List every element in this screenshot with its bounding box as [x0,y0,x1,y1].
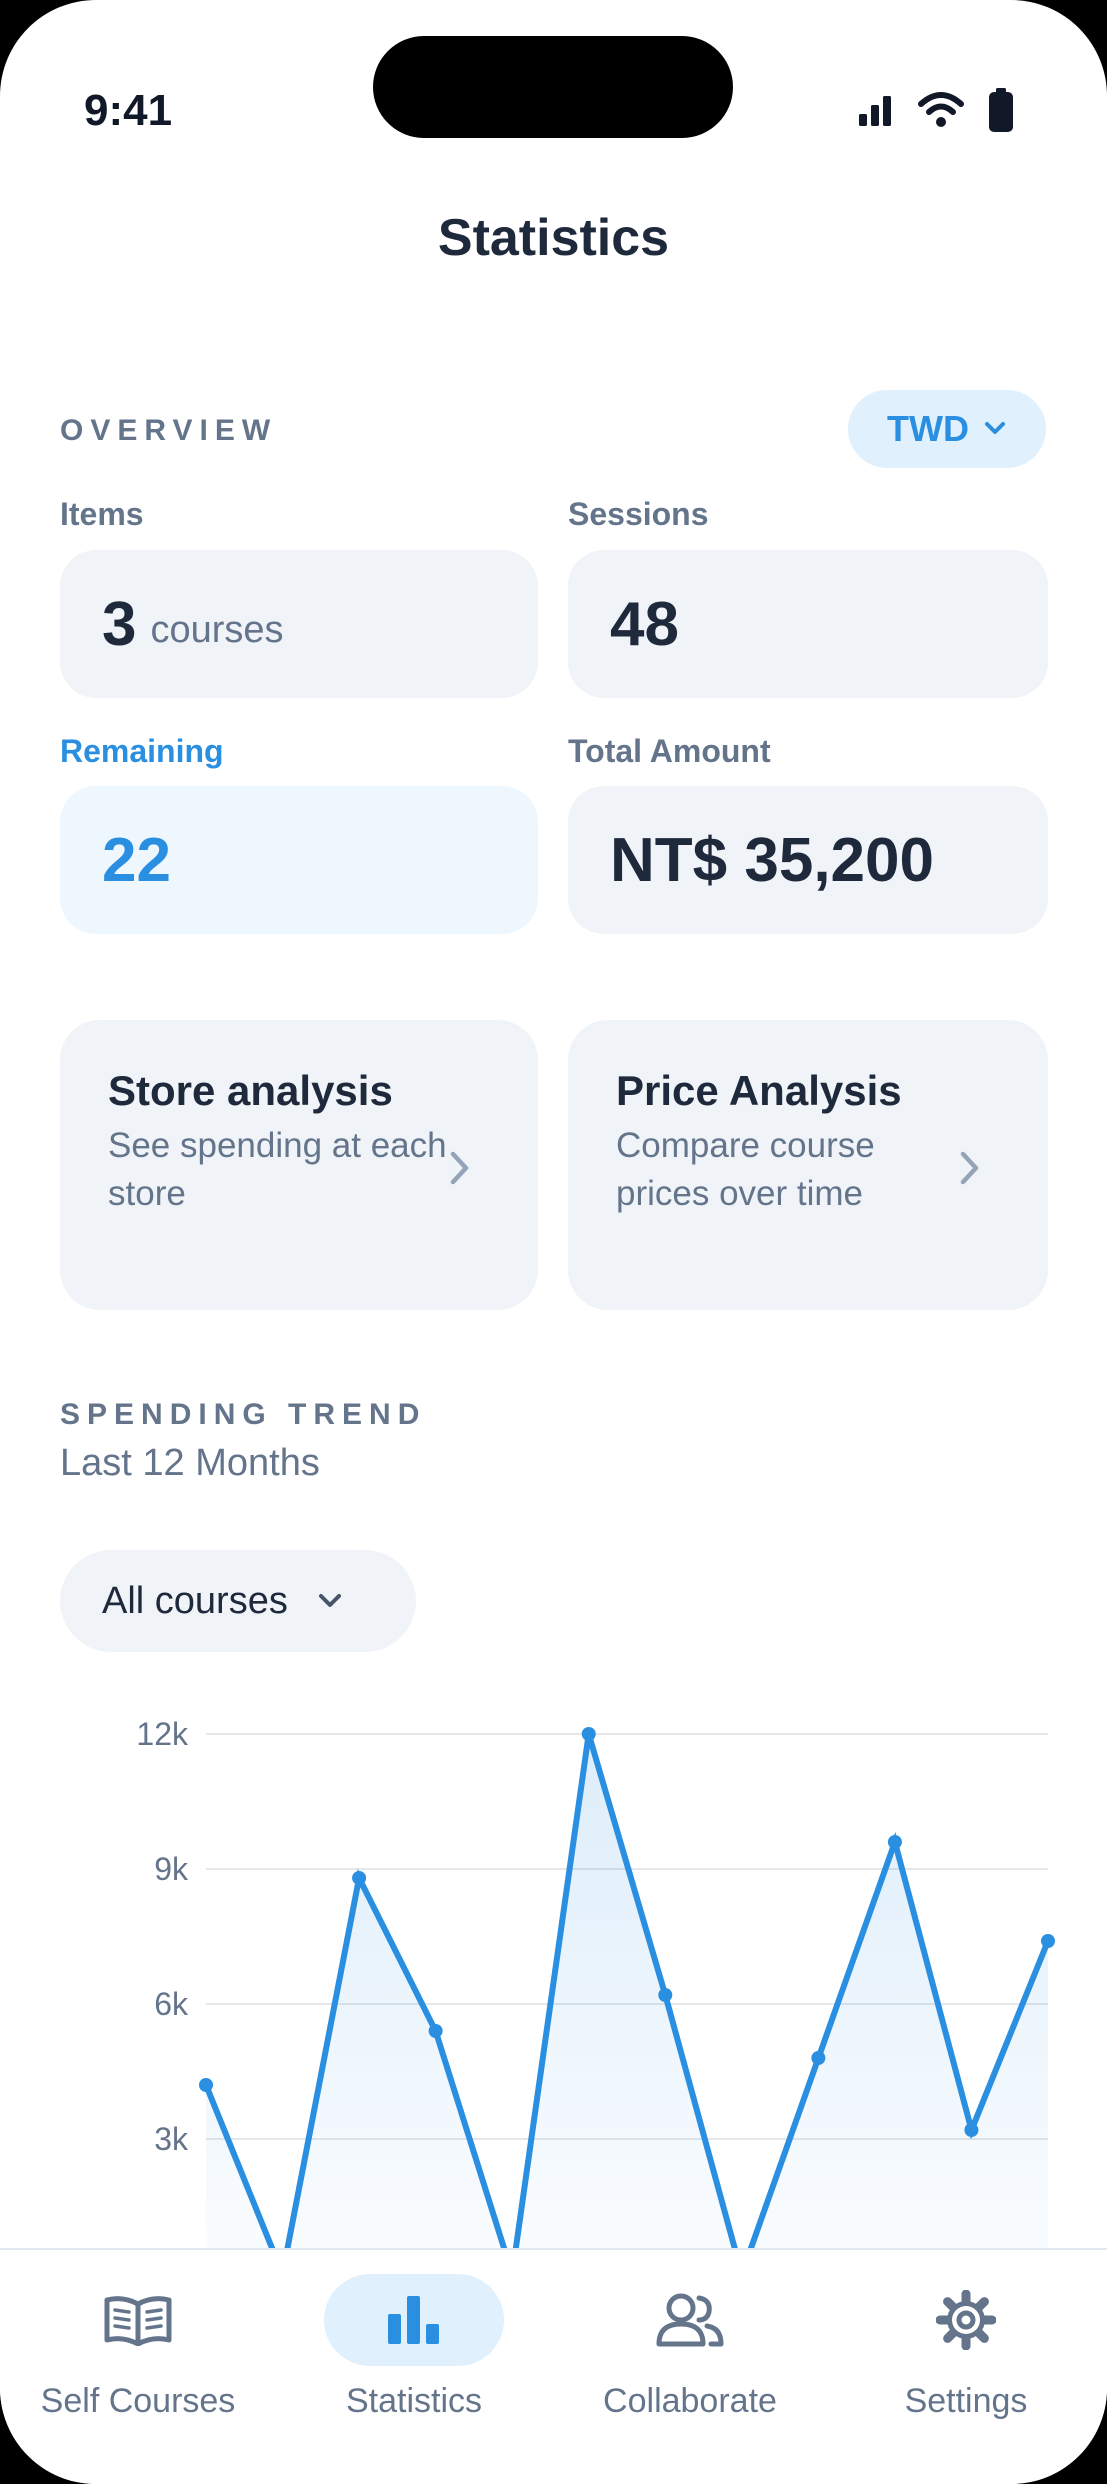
bar-chart-icon [388,2296,439,2344]
phone-screen: 9:41 Statistics OVERVIEW TWD Items Sessi… [0,0,1107,2484]
price-analysis-title: Price Analysis [616,1067,902,1114]
chevron-down-icon [984,422,1005,434]
items-unit: courses [150,608,284,651]
chevron-right-icon [960,1151,979,1185]
data-point [811,2051,826,2065]
data-point [887,1835,902,1849]
tab-label: Settings [904,2382,1028,2420]
tab-label: Statistics [345,2382,483,2420]
remaining-value: 22 [102,825,171,895]
book-icon [104,2296,172,2346]
y-tick-label: 9k [154,1851,189,1887]
tab-self-courses[interactable]: Self Courses [0,2274,276,2454]
wifi-icon [918,92,964,127]
sessions-label: Sessions [568,496,709,532]
y-tick-label: 12k [136,1716,189,1752]
battery-icon [989,88,1013,132]
status-icons [859,88,1015,132]
course-filter-value: All courses [102,1579,288,1622]
tab-label: Collaborate [603,2382,777,2420]
price-analysis-description: Compare course prices over time [616,1126,875,1213]
data-point [428,2024,443,2038]
data-point [1041,1934,1055,1948]
items-label: Items [60,496,144,532]
store-analysis-title: Store analysis [108,1067,393,1114]
course-filter-dropdown[interactable]: All courses [60,1550,416,1652]
page-title: Statistics [437,209,670,267]
store-analysis-card[interactable]: Store analysis See spending at each stor… [60,1020,538,1310]
total-amount-label: Total Amount [568,733,771,769]
data-point [352,1871,367,1885]
dynamic-island [373,36,733,138]
tab-collaborate[interactable]: Collaborate [552,2274,828,2454]
total-amount-value: NT$ 35,200 [610,825,934,895]
currency-value: TWD [887,408,969,449]
sessions-value: 48 [610,589,679,659]
gear-icon [936,2290,996,2350]
price-analysis-card[interactable]: Price Analysis Compare course prices ove… [568,1020,1048,1310]
area-fill [206,1734,1048,2250]
tab-bar: Self Courses Statistics Collaborate Sett… [0,2248,1107,2484]
data-point [964,2123,979,2137]
tab-icon-container [48,2274,228,2366]
tab-icon-container [600,2274,780,2366]
chevron-down-icon [318,1594,341,1607]
spending-trend-chart: 12k 9k 6k 3k [136,1716,1055,2250]
tab-statistics[interactable]: Statistics [276,2274,552,2454]
y-tick-label: 6k [154,1986,189,2022]
tab-settings[interactable]: Settings [828,2274,1104,2454]
data-point [658,1988,673,2002]
spending-trend-label: SPENDING TREND [60,1398,427,1431]
tab-icon-container [324,2274,504,2366]
items-value: 3 [102,589,137,659]
tab-label: Self Courses [40,2382,236,2420]
store-analysis-description: See spending at each store [108,1126,447,1213]
status-time: 9:41 [84,86,173,135]
remaining-label: Remaining [60,733,224,769]
users-icon [656,2293,724,2347]
remaining-card: 22 [60,786,538,934]
total-amount-card: NT$ 35,200 [568,786,1048,934]
data-point [199,2078,213,2092]
overview-label: OVERVIEW [60,414,278,447]
currency-selector[interactable]: TWD [848,390,1046,468]
y-tick-label: 3k [154,2121,189,2157]
sessions-card: 48 [568,550,1048,698]
chevron-right-icon [450,1151,469,1185]
spending-trend-subtitle: Last 12 Months [60,1442,320,1484]
data-point [581,1727,596,1741]
signal-icon [859,96,891,126]
tab-icon-container [876,2274,1056,2366]
items-card: 3 courses [60,550,538,698]
